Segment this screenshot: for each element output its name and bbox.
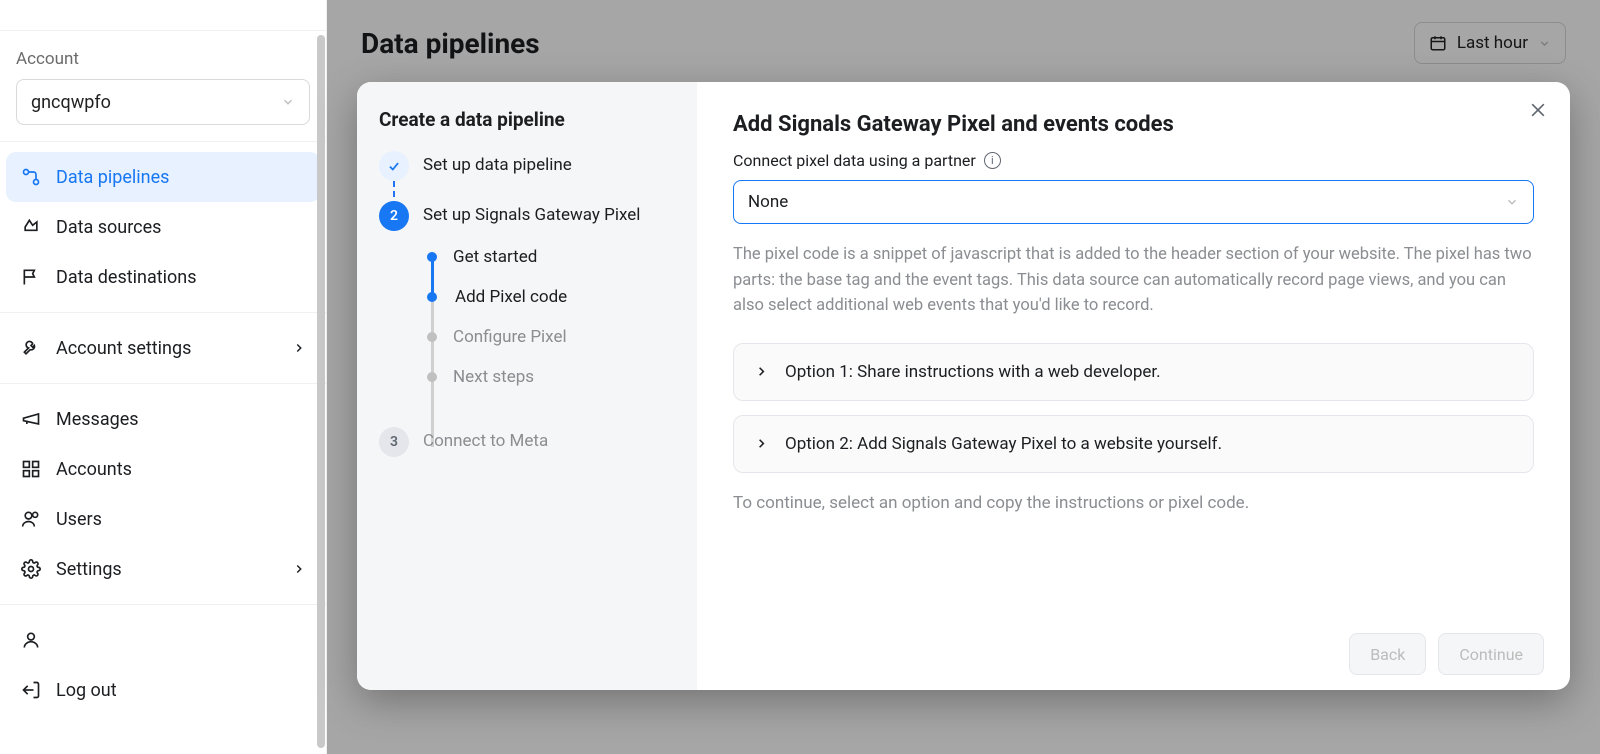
info-icon[interactable]: i [984, 152, 1001, 169]
step-label: Set up Signals Gateway Pixel [423, 201, 640, 225]
account-label: Account [16, 49, 310, 69]
person-icon [20, 630, 42, 650]
nav-label: Data destinations [56, 267, 197, 288]
wrench-icon [20, 338, 42, 358]
partner-select-value: None [748, 192, 788, 212]
nav-profile[interactable] [6, 615, 320, 665]
step-2: 2 Set up Signals Gateway Pixel [379, 201, 675, 231]
nav-label: Settings [56, 559, 122, 580]
back-button[interactable]: Back [1349, 633, 1426, 675]
partner-select[interactable]: None [733, 180, 1534, 224]
option-share-instructions[interactable]: Option 1: Share instructions with a web … [733, 343, 1534, 401]
nav-label: Accounts [56, 459, 132, 480]
chevron-right-icon [754, 364, 769, 379]
continue-button[interactable]: Continue [1438, 633, 1544, 675]
nav-data-destinations[interactable]: Data destinations [6, 252, 320, 302]
chevron-down-icon [281, 95, 295, 109]
gear-icon [20, 559, 42, 579]
nav-label: Data pipelines [56, 167, 169, 188]
nav-label: Account settings [56, 338, 191, 359]
account-select[interactable]: gncqwpfo [16, 79, 310, 125]
step-active-badge: 2 [379, 201, 409, 231]
nav-label: Log out [56, 680, 117, 701]
chevron-right-icon [292, 341, 306, 355]
substep-configure-pixel: Configure Pixel [423, 317, 675, 357]
sidebar-scrollbar-thumb[interactable] [317, 35, 325, 748]
substep-label: Configure Pixel [453, 327, 567, 347]
sources-icon [20, 217, 42, 237]
megaphone-icon [20, 409, 42, 429]
continue-hint: To continue, select an option and copy t… [733, 493, 1534, 513]
section-title: Add Signals Gateway Pixel and events cod… [733, 112, 1534, 137]
substeps: Get started Add Pixel code Configure Pix… [423, 237, 675, 397]
grid-icon [20, 459, 42, 479]
partner-field-label: Connect pixel data using a partner i [733, 151, 1534, 170]
substep-label: Next steps [453, 367, 534, 387]
logout-icon [20, 680, 42, 700]
option-add-yourself[interactable]: Option 2: Add Signals Gateway Pixel to a… [733, 415, 1534, 473]
step-3: 3 Connect to Meta [379, 427, 675, 457]
nav-group-admin: Messages Accounts Users Settings [0, 384, 326, 605]
step-1: Set up data pipeline [379, 151, 675, 201]
account-section: Account gncqwpfo [0, 31, 326, 142]
substep-dot-icon [427, 372, 437, 382]
nav-users[interactable]: Users [6, 494, 320, 544]
nav-label: Users [56, 509, 102, 530]
substep-label: Get started [453, 247, 537, 267]
modal-stepper: Create a data pipeline Set up data pipel… [357, 82, 697, 690]
pipeline-icon [20, 167, 42, 187]
chevron-right-icon [754, 436, 769, 451]
option-label: Option 1: Share instructions with a web … [785, 362, 1161, 382]
sidebar-scrollbar[interactable] [316, 35, 326, 748]
chevron-right-icon [292, 562, 306, 576]
nav-data-sources[interactable]: Data sources [6, 202, 320, 252]
substep-dot-icon [427, 332, 437, 342]
nav-settings[interactable]: Settings [6, 544, 320, 594]
modal-body-panel: Add Signals Gateway Pixel and events cod… [697, 82, 1570, 690]
help-text: The pixel code is a snippet of javascrip… [733, 242, 1534, 319]
users-icon [20, 509, 42, 529]
nav-group-data: Data pipelines Data sources Data destina… [0, 142, 326, 313]
nav-group-footer: Log out [0, 605, 326, 725]
substep-add-pixel: Add Pixel code [423, 277, 675, 317]
create-pipeline-modal: Create a data pipeline Set up data pipel… [357, 82, 1570, 690]
step-label: Set up data pipeline [423, 151, 572, 175]
flag-icon [20, 267, 42, 287]
step-label: Connect to Meta [423, 427, 548, 451]
substep-get-started: Get started [423, 237, 675, 277]
nav-group-account: Account settings [0, 313, 326, 384]
nav-label: Messages [56, 409, 139, 430]
main-content: Data pipelines Last hour Create a data p… [327, 0, 1600, 754]
nav-messages[interactable]: Messages [6, 394, 320, 444]
nav-label: Data sources [56, 217, 161, 238]
substep-next-steps: Next steps [423, 357, 675, 397]
step-done-icon [379, 151, 409, 181]
substep-dot-icon [427, 252, 437, 262]
substep-dot-icon [427, 292, 437, 302]
account-select-value: gncqwpfo [31, 92, 111, 113]
chevron-down-icon [1505, 195, 1519, 209]
step-pending-badge: 3 [379, 427, 409, 457]
sidebar: Account gncqwpfo Data pipelines Data sou… [0, 0, 327, 754]
nav-data-pipelines[interactable]: Data pipelines [6, 152, 320, 202]
substep-label: Add Pixel code [455, 287, 567, 307]
option-label: Option 2: Add Signals Gateway Pixel to a… [785, 434, 1222, 454]
nav-account-settings[interactable]: Account settings [6, 323, 320, 373]
nav-accounts[interactable]: Accounts [6, 444, 320, 494]
nav-logout[interactable]: Log out [6, 665, 320, 715]
modal-title: Create a data pipeline [379, 108, 675, 131]
modal-footer: Back Continue [697, 618, 1570, 690]
modal-close-button[interactable] [1528, 100, 1548, 120]
